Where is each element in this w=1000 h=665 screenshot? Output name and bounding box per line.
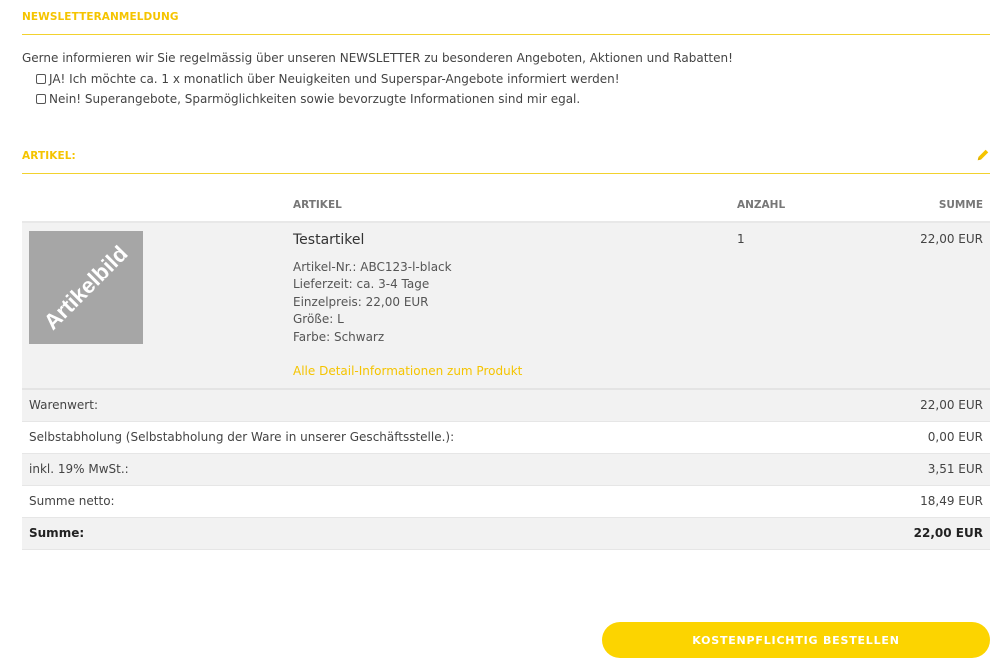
- total-value: 18,49 EUR: [920, 494, 983, 508]
- total-row-pickup: Selbstabholung (Selbstabholung der Ware …: [22, 422, 990, 454]
- total-row-net: Summe netto: 18,49 EUR: [22, 486, 990, 518]
- article-sum: 22,00 EUR: [920, 232, 983, 246]
- table-header: ARTIKEL ANZAHL SUMME: [22, 193, 990, 223]
- newsletter-yes-checkbox[interactable]: [36, 74, 46, 84]
- column-sum: SUMME: [938, 199, 983, 211]
- article-quantity: 1: [737, 232, 745, 246]
- total-value: 3,51 EUR: [927, 462, 983, 476]
- article-unit-price: Einzelpreis: 22,00 EUR: [293, 295, 429, 309]
- newsletter-title: NEWSLETTERANMELDUNG: [22, 11, 179, 23]
- article-color: Farbe: Schwarz: [293, 330, 385, 344]
- article-image: Artikelbild: [29, 231, 143, 344]
- total-label: Selbstabholung (Selbstabholung der Ware …: [29, 430, 455, 444]
- newsletter-option-no[interactable]: Nein! Superangebote, Sparmöglichkeiten s…: [36, 92, 580, 106]
- total-label: Summe:: [29, 526, 85, 540]
- pencil-icon[interactable]: [976, 148, 990, 162]
- place-order-button[interactable]: KOSTENPFLICHTIG BESTELLEN: [602, 622, 990, 658]
- article-size: Größe: L: [293, 312, 344, 326]
- total-value: 0,00 EUR: [927, 430, 983, 444]
- newsletter-option-yes[interactable]: JA! Ich möchte ca. 1 x monatlich über Ne…: [36, 72, 620, 86]
- column-article: ARTIKEL: [293, 199, 342, 211]
- total-label: Warenwert:: [29, 398, 98, 412]
- article-name: Testartikel: [293, 232, 365, 248]
- total-label: Summe netto:: [29, 494, 115, 508]
- article-image-placeholder-text: Artikelbild: [38, 240, 133, 335]
- total-value: 22,00 EUR: [913, 526, 983, 540]
- column-quantity: ANZAHL: [737, 199, 786, 211]
- article-details-link[interactable]: Alle Detail-Informationen zum Produkt: [293, 364, 522, 378]
- articles-divider: [22, 173, 990, 174]
- article-number: Artikel-Nr.: ABC123-l-black: [293, 260, 452, 274]
- newsletter-no-checkbox[interactable]: [36, 94, 46, 104]
- total-row-vat: inkl. 19% MwSt.: 3,51 EUR: [22, 454, 990, 486]
- total-label: inkl. 19% MwSt.:: [29, 462, 129, 476]
- article-delivery-time: Lieferzeit: ca. 3-4 Tage: [293, 277, 430, 291]
- total-value: 22,00 EUR: [920, 398, 983, 412]
- newsletter-intro: Gerne informieren wir Sie regelmässig üb…: [22, 51, 733, 65]
- newsletter-option-label: JA! Ich möchte ca. 1 x monatlich über Ne…: [49, 72, 620, 86]
- total-row-sum: Summe: 22,00 EUR: [22, 518, 990, 550]
- articles-title: ARTIKEL:: [22, 150, 76, 162]
- newsletter-option-label: Nein! Superangebote, Sparmöglichkeiten s…: [49, 92, 581, 106]
- newsletter-divider: [22, 34, 990, 35]
- cart-item-row: Artikelbild Testartikel Artikel-Nr.: ABC…: [22, 223, 990, 390]
- total-row-goods-value: Warenwert: 22,00 EUR: [22, 390, 990, 422]
